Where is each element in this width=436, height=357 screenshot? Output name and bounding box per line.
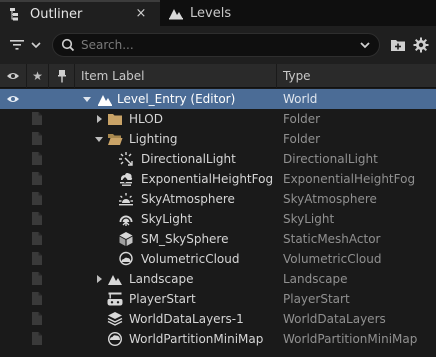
document-icon [32,132,42,145]
tab-levels[interactable]: Levels [160,0,280,26]
expand-arrow-icon[interactable] [94,114,104,124]
pin-icon [57,70,66,83]
search-box[interactable] [52,33,380,57]
document-icon [32,272,42,285]
sky-atmosphere-icon [119,193,133,206]
outliner-panel: Outliner × Levels Search... ★ Item Label… [0,0,436,357]
tree-row-label: SkyAtmosphere [141,192,235,206]
tree-row-type: Folder [283,132,321,146]
tree-row-type: VolumetricCloud [283,252,382,266]
tree-row-label: WorldPartitionMiniMap [129,332,264,346]
tree-row-label: WorldDataLayers-1 [129,312,244,326]
expand-arrow-icon[interactable] [94,274,104,284]
close-tab-button[interactable]: × [134,7,148,21]
world-icon [98,95,112,106]
tab-outliner-label: Outliner [30,6,83,22]
document-icon [32,232,42,245]
document-icon [32,212,42,225]
tree-row-label: ExponentialHeightFog [141,172,274,186]
tree-row-label: Level_Entry (Editor) [117,92,236,106]
chevron-down-icon [31,42,41,49]
folder-icon [108,114,122,125]
tree-row-hlod[interactable]: HLOD Folder [0,109,436,129]
tree-row-player-start[interactable]: PlayerStart PlayerStart [0,289,436,309]
tree-row-label: SkyLight [141,212,193,226]
search-history-chevron-icon[interactable] [359,40,371,50]
tree-row-label: HLOD [129,112,163,126]
tree-row-type: PlayerStart [283,292,350,306]
tree-row-label: VolumetricCloud [141,252,240,266]
document-icon [32,292,42,305]
tree-row-type: WorldPartitionMiniMap [283,332,418,346]
cloud-icon [119,251,133,266]
tree-row-type: SkyAtmosphere [283,192,377,206]
document-icon [32,112,42,125]
column-header: ★ Item Label Type [0,64,436,88]
tree-row-label: SM_SkySphere [141,232,229,246]
tree-row-exponential-height-fog[interactable]: ExponentialHeightFog ExponentialHeightFo… [0,169,436,189]
visibility-toggle[interactable] [0,89,26,109]
tree-row-lighting[interactable]: Lighting Folder [0,129,436,149]
tree-row-type: Folder [283,112,321,126]
tab-bar: Outliner × Levels [0,0,436,26]
landscape-icon [108,275,122,285]
tree-row-sky-atmosphere[interactable]: SkyAtmosphere SkyAtmosphere [0,189,436,209]
tree-row-type: ExponentialHeightFog [283,172,416,186]
filter-button[interactable] [10,36,46,54]
pin-column-header[interactable] [48,64,74,88]
player-start-icon [107,292,123,306]
tab-levels-label: Levels [190,5,232,21]
eye-icon [7,73,19,79]
tree-row-type: Landscape [283,272,348,286]
sky-light-icon [119,215,133,226]
document-icon [32,332,42,345]
tree-row-sky-light[interactable]: SkyLight SkyLight [0,209,436,229]
tree-row-type: SkyLight [283,212,335,226]
tab-outliner[interactable]: Outliner × [0,0,160,26]
add-folder-icon[interactable] [390,37,406,53]
folder-open-icon [108,134,123,145]
document-icon [32,312,42,325]
collapse-arrow-icon[interactable] [82,94,92,104]
visibility-column-header[interactable] [0,64,26,88]
document-icon [32,252,42,265]
gear-icon[interactable] [413,37,429,53]
directional-light-icon [119,152,133,166]
static-mesh-icon [119,232,133,246]
type-column-header[interactable]: Type [276,64,436,88]
fog-icon [120,173,133,186]
tree-row-type: DirectionalLight [283,152,378,166]
eye-icon [7,96,19,102]
document-icon [32,152,42,165]
outliner-tree: Level_Entry (Editor) World HLOD Folder L… [0,89,436,349]
tree-row-world-partition-minimap[interactable]: WorldPartitionMiniMap WorldPartitionMini… [0,329,436,349]
outliner-icon [8,6,24,22]
tree-row-label: Landscape [129,272,194,286]
minimap-icon [107,331,123,347]
search-icon [61,38,75,52]
collapse-arrow-icon[interactable] [94,134,104,144]
filter-icon [10,40,24,50]
search-input[interactable] [81,36,351,54]
tree-row-sm-skysphere[interactable]: SM_SkySphere StaticMeshActor [0,229,436,249]
tree-row-label: Lighting [129,132,178,146]
toolbar [0,26,436,64]
tree-row-landscape[interactable]: Landscape Landscape [0,269,436,289]
tree-row-type: WorldDataLayers [283,312,386,326]
tree-row-label: PlayerStart [129,292,196,306]
data-layers-icon [107,312,123,326]
tree-row-volumetric-cloud[interactable]: VolumetricCloud VolumetricCloud [0,249,436,269]
tree-row-directional-light[interactable]: DirectionalLight DirectionalLight [0,149,436,169]
tree-row-level-entry[interactable]: Level_Entry (Editor) World [0,89,436,109]
favorite-column-header[interactable]: ★ [26,64,48,88]
document-icon [32,172,42,185]
tree-row-world-data-layers[interactable]: WorldDataLayers-1 WorldDataLayers [0,309,436,329]
document-icon [32,192,42,205]
item-label-column-header[interactable]: Item Label [74,64,276,88]
tree-row-type: StaticMeshActor [283,232,381,246]
tree-row-label: DirectionalLight [141,152,236,166]
tree-row-type: World [283,92,318,106]
levels-icon [168,5,184,21]
